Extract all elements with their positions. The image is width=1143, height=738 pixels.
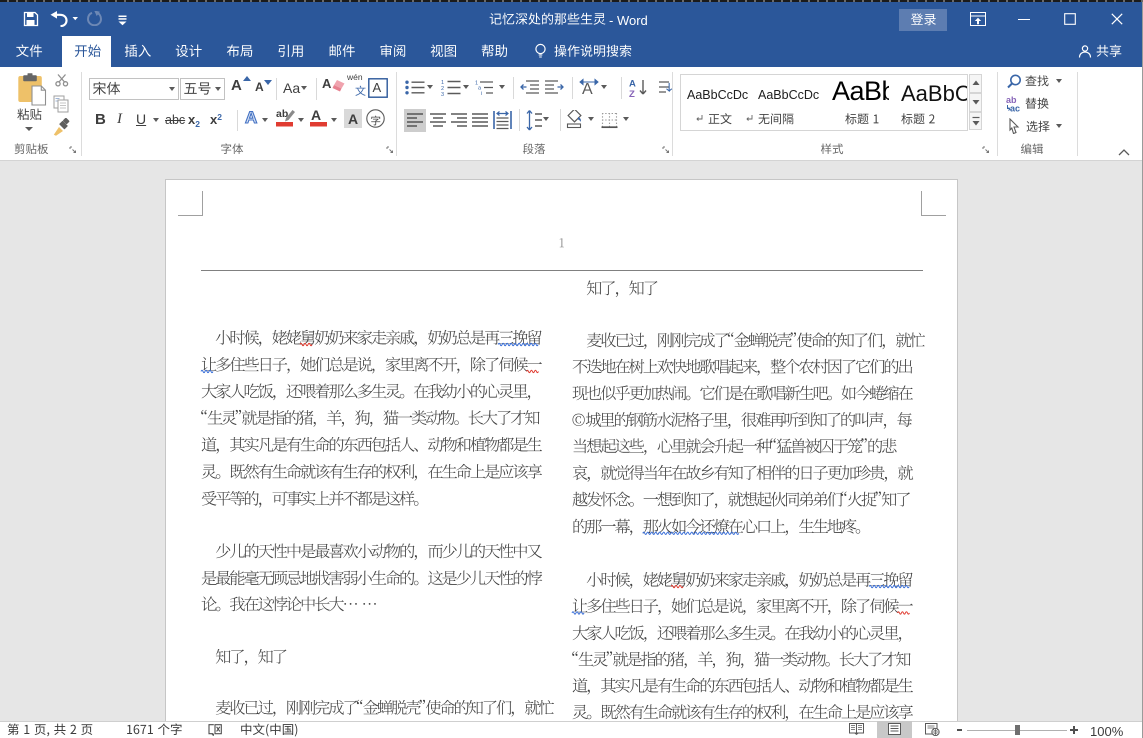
svg-text:A: A xyxy=(311,107,321,123)
svg-text:Z: Z xyxy=(629,89,635,98)
svg-text:ac: ac xyxy=(1010,104,1020,113)
svg-text:i: i xyxy=(481,91,482,96)
svg-text:A: A xyxy=(582,81,593,97)
svg-text:3: 3 xyxy=(441,92,444,96)
svg-text:A: A xyxy=(629,79,636,90)
